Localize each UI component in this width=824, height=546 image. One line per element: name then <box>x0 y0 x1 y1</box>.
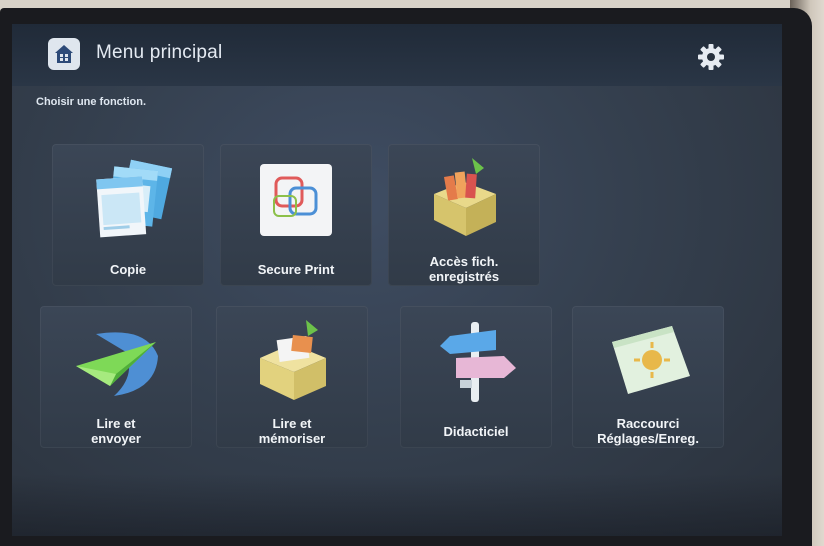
tile-acces-fichiers[interactable]: Accès fich. enregistrés <box>388 144 540 286</box>
tile-raccourci-reglages[interactable]: Raccourci Réglages/Enreg. <box>572 306 724 448</box>
tile-copie[interactable]: Copie <box>52 144 204 286</box>
store-box-icon <box>242 316 342 406</box>
touch-screen: Menu principal Choisir une fonction. Cop… <box>12 24 782 536</box>
tile-lire-envoyer[interactable]: Lire et envoyer <box>40 306 192 448</box>
tile-secure-print[interactable]: Secure Print <box>220 144 372 286</box>
tile-label: Copie <box>109 262 147 277</box>
gear-icon[interactable] <box>696 42 726 72</box>
tile-label: Lire et mémoriser <box>258 416 326 446</box>
instruction-text: Choisir une fonction. <box>36 96 146 108</box>
secure-print-icon <box>246 154 346 244</box>
tile-label: Secure Print <box>257 262 335 277</box>
signpost-icon <box>426 316 526 406</box>
tile-didacticiel[interactable]: Didacticiel <box>400 306 552 448</box>
settings-shortcut-icon <box>598 316 698 406</box>
tile-lire-memoriser[interactable]: Lire et mémoriser <box>216 306 368 448</box>
page-title: Menu principal <box>96 42 223 63</box>
paper-plane-icon <box>66 316 166 406</box>
tile-label: Lire et envoyer <box>91 416 141 446</box>
stored-files-box-icon <box>414 154 514 244</box>
tile-label: Accès fich. enregistrés <box>428 254 500 284</box>
screen-bottom-area <box>12 474 782 536</box>
header-bar: Menu principal <box>12 24 782 86</box>
home-icon[interactable] <box>48 38 80 70</box>
tile-label: Raccourci Réglages/Enreg. <box>597 416 699 446</box>
tile-label: Didacticiel <box>443 424 509 439</box>
copy-pages-icon <box>78 154 178 244</box>
